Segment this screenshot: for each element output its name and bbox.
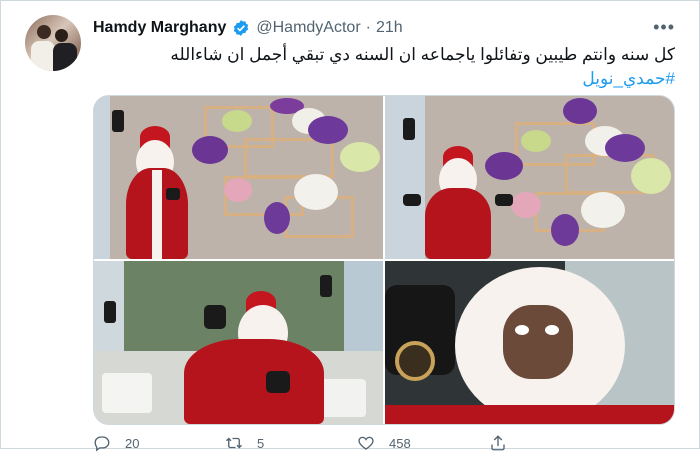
tweet-header: Hamdy Marghany @HamdyActor · 21h	[93, 18, 403, 38]
separator: ·	[365, 19, 371, 36]
retweet-count: 5	[257, 435, 265, 451]
retweet-icon	[226, 437, 242, 449]
retweet-button[interactable]: 5	[225, 433, 357, 453]
photo-santa-arms-open[interactable]	[385, 96, 674, 259]
like-count: 458	[389, 435, 411, 451]
tweet-card[interactable]: Hamdy Marghany @HamdyActor · 21h ••• كل …	[0, 0, 700, 452]
reply-button[interactable]: 20	[93, 433, 225, 453]
share-icon	[491, 435, 505, 451]
like-icon	[358, 436, 374, 450]
tweet-actions: 20 5 458	[93, 433, 633, 453]
tweet-text: كل سنه وانتم طيبين وتفائلوا ياجماعه ان ا…	[95, 43, 675, 91]
media-grid	[93, 95, 675, 425]
tweet-body: كل سنه وانتم طيبين وتفائلوا ياجماعه ان ا…	[170, 45, 675, 64]
verified-badge-icon	[234, 20, 249, 36]
photo-santa-closeup[interactable]	[385, 261, 674, 424]
author-handle[interactable]: @HamdyActor	[256, 19, 360, 37]
avatar[interactable]	[25, 15, 81, 71]
share-button[interactable]	[489, 433, 621, 453]
like-button[interactable]: 458	[357, 433, 489, 453]
author-name[interactable]: Hamdy Marghany	[93, 19, 226, 37]
reply-count: 20	[125, 435, 140, 451]
reply-icon	[94, 436, 110, 452]
timestamp[interactable]: 21h	[376, 19, 403, 37]
photo-santa-bell[interactable]	[94, 261, 383, 424]
hashtag-link[interactable]: #حمدي_نويل	[95, 67, 675, 91]
photo-santa-waving[interactable]	[94, 96, 383, 259]
more-icon[interactable]: •••	[653, 17, 675, 38]
